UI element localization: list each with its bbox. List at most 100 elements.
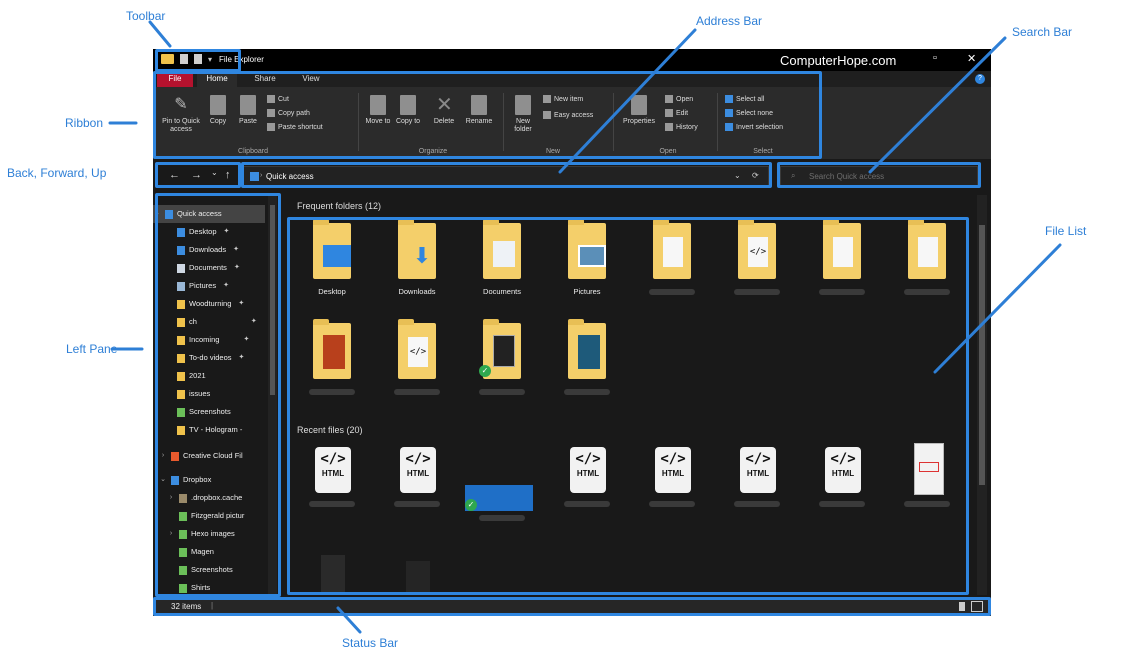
tab-share[interactable]: Share [247, 71, 283, 87]
paste-shortcut-button[interactable]: Paste shortcut [267, 123, 323, 131]
properties-button[interactable]: Properties [619, 95, 659, 126]
invert-selection-button[interactable]: Invert selection [725, 123, 783, 131]
nav-shirts[interactable]: Shirts [179, 579, 210, 595]
folder-tile[interactable] [550, 317, 624, 403]
new-item-icon [543, 95, 551, 103]
blurred-label [819, 501, 865, 507]
easy-access-button[interactable]: Easy access [543, 111, 593, 119]
file-tile[interactable]: </> HTML [635, 443, 709, 529]
nav-downloads[interactable]: Downloads ✦ [177, 241, 239, 259]
nav-incoming[interactable]: Incoming ✦ [177, 331, 249, 349]
folder-icon [177, 425, 185, 435]
new-folder-button[interactable]: New folder [509, 95, 537, 134]
nav-creative-cloud[interactable]: › Creative Cloud Fil [159, 447, 243, 465]
callout-file-list: File List [1045, 224, 1087, 238]
pin-to-quick-access-button[interactable]: ✎ Pin to Quick access [161, 95, 201, 134]
sync-check-icon: ✓ [465, 499, 477, 511]
file-tile[interactable]: </> HTML [380, 443, 454, 529]
file-tile[interactable]: </> HTML [295, 443, 369, 529]
file-list: Frequent folders (12) Desktop ⬇ Download… [285, 195, 975, 595]
history-button[interactable]: History [665, 123, 698, 131]
large-icons-view-icon[interactable] [971, 601, 983, 612]
nav-fitzgerald[interactable]: Fitzgerald pictur [179, 507, 244, 525]
paste-button[interactable]: Paste [235, 95, 261, 126]
tab-file[interactable]: File [157, 71, 193, 87]
html-file-icon: </> HTML [825, 447, 861, 493]
new-folder-icon[interactable] [194, 54, 202, 64]
nav-todo-videos[interactable]: To-do videos ✦ [177, 349, 244, 367]
nav-magen[interactable]: Magen [179, 543, 214, 561]
address-dropdown[interactable]: ⌄ [734, 171, 741, 180]
recent-files-header[interactable]: Recent files (20) [297, 425, 363, 435]
scrollbar-thumb[interactable] [979, 225, 985, 485]
select-none-button[interactable]: Select none [725, 109, 773, 117]
properties-icon[interactable] [180, 54, 188, 64]
folder-tile[interactable] [805, 217, 879, 303]
copy-to-button[interactable]: Copy to [395, 95, 421, 126]
folder-tile[interactable]: Pictures [550, 217, 624, 303]
nav-documents[interactable]: Documents ✦ [177, 259, 240, 277]
open-button[interactable]: Open [665, 95, 693, 103]
folder-tile[interactable]: ⬇ Downloads [380, 217, 454, 303]
nav-dropbox-screenshots[interactable]: Screenshots [179, 561, 233, 579]
nav-hexo-images[interactable]: › Hexo images [167, 525, 235, 543]
folder-tile[interactable]: </> [720, 217, 794, 303]
delete-button[interactable]: ✕ Delete [429, 95, 459, 126]
customize-toolbar-icon[interactable]: ▾ [208, 55, 212, 64]
rename-button[interactable]: Rename [463, 95, 495, 126]
nav-desktop[interactable]: Desktop ✦ [177, 223, 229, 241]
address-bar[interactable]: › Quick access ⌄ ⟳ [243, 166, 769, 186]
search-input[interactable]: ⌕ Search Quick access [780, 166, 978, 186]
new-item-button[interactable]: New item [543, 95, 583, 103]
cut-button[interactable]: Cut [267, 95, 289, 103]
status-bar: 32 items | [153, 597, 991, 616]
close-icon[interactable]: ✕ [967, 52, 976, 65]
nav-quick-access[interactable]: ⌄ Quick access [153, 205, 265, 223]
nav-ch[interactable]: ch ✦ [177, 313, 257, 331]
back-button[interactable]: ← [169, 169, 180, 181]
folder-tile[interactable] [295, 317, 369, 403]
recent-locations-button[interactable]: ⌄ [211, 168, 218, 177]
help-icon[interactable]: ? [975, 74, 985, 84]
file-tile[interactable]: </> HTML [550, 443, 624, 529]
scrollbar-thumb[interactable] [270, 205, 275, 395]
folder-icon [177, 371, 185, 381]
file-tile[interactable]: </> HTML [720, 443, 794, 529]
file-tile[interactable]: ✓ [465, 443, 539, 529]
folder-tile[interactable]: </> [380, 317, 454, 403]
divider [503, 93, 504, 151]
copy-path-button[interactable]: Copy path [267, 109, 310, 117]
edit-button[interactable]: Edit [665, 109, 688, 117]
file-tile[interactable]: </> HTML [805, 443, 879, 529]
folder-tile[interactable]: Desktop [295, 217, 369, 303]
nav-screenshots[interactable]: Screenshots [177, 403, 231, 421]
blurred-label [564, 389, 610, 395]
details-view-icon[interactable] [959, 602, 965, 611]
nav-dropbox[interactable]: ⌄ Dropbox [159, 471, 211, 489]
file-list-scrollbar[interactable] [977, 195, 987, 595]
file-tile[interactable] [890, 443, 964, 529]
chevron-right-icon: › [169, 530, 173, 537]
forward-button[interactable]: → [191, 169, 202, 181]
tab-view[interactable]: View [293, 71, 329, 87]
up-button[interactable]: ↑ [225, 169, 231, 181]
maximize-icon[interactable]: ▫ [933, 52, 937, 64]
nav-pictures[interactable]: Pictures ✦ [177, 277, 229, 295]
folder-tile[interactable]: ✓ [465, 317, 539, 403]
refresh-button[interactable]: ⟳ [752, 171, 759, 180]
left-pane-scrollbar[interactable] [268, 195, 277, 595]
move-to-button[interactable]: Move to [365, 95, 391, 126]
frequent-folders-header[interactable]: Frequent folders (12) [297, 201, 381, 211]
folder-tile[interactable] [890, 217, 964, 303]
nav-2021[interactable]: 2021 [177, 367, 206, 385]
folder-tile[interactable] [635, 217, 709, 303]
nav-woodturning[interactable]: Woodturning ✦ [177, 295, 244, 313]
nav-issues[interactable]: issues [177, 385, 210, 403]
folder-tile[interactable]: Documents [465, 217, 539, 303]
document-thumbnail [321, 555, 345, 595]
nav-tv-hologram[interactable]: TV - Hologram - [177, 421, 242, 439]
nav-dropbox-cache[interactable]: › .dropbox.cache [167, 489, 242, 507]
tab-home[interactable]: Home [197, 71, 237, 87]
copy-button[interactable]: Copy [205, 95, 231, 126]
select-all-button[interactable]: Select all [725, 95, 764, 103]
